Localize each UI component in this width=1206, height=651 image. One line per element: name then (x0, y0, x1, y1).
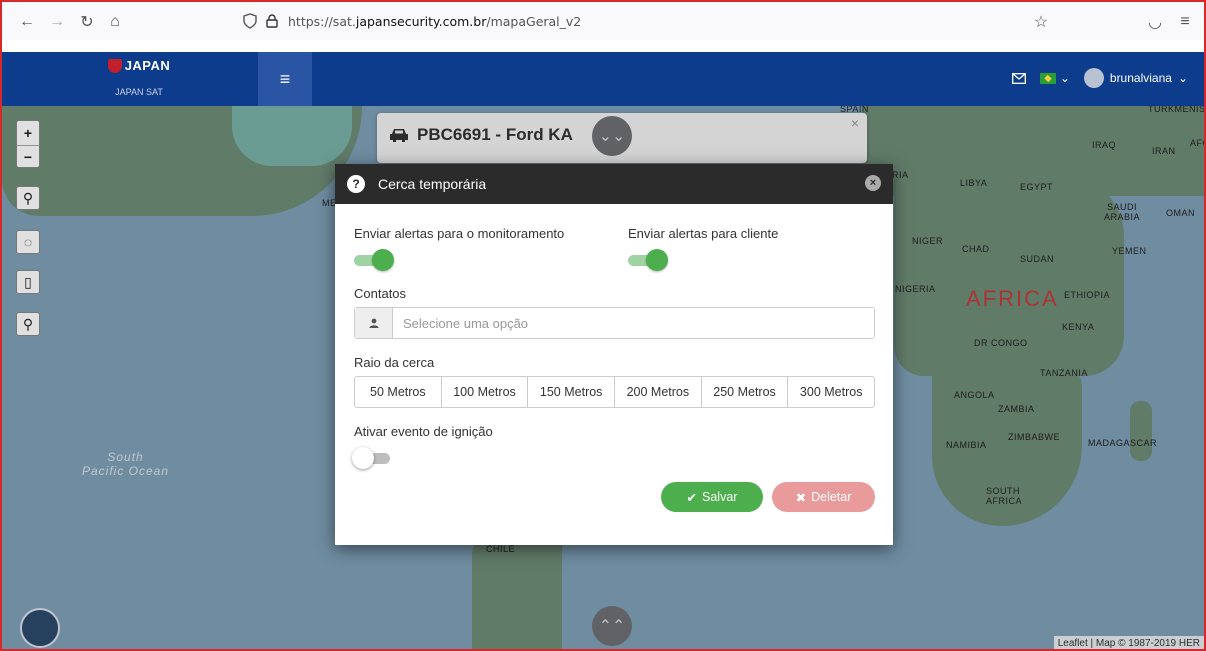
save-button[interactable]: ✔ Salvar (661, 482, 763, 512)
username: brunalviana (1109, 71, 1172, 85)
logo-subtitle: JAPAN SAT (115, 87, 163, 97)
url-domain: japansecurity.com.br (355, 13, 487, 29)
alert-client-toggle[interactable] (628, 249, 668, 271)
radius-option-300[interactable]: 300 Metros (787, 376, 876, 408)
brazil-flag-icon (1039, 72, 1056, 84)
modal-title: Cerca temporária (378, 176, 487, 192)
modal-header: ? Cerca temporária × (335, 164, 893, 204)
close-icon[interactable]: × (865, 175, 881, 191)
mail-icon[interactable] (1011, 72, 1026, 84)
language-selector[interactable]: ⌄ (1039, 71, 1070, 85)
lock-icon (266, 14, 278, 28)
question-icon: ? (347, 175, 365, 193)
home-icon[interactable]: ⌂ (104, 11, 126, 33)
contacts-select[interactable] (354, 307, 875, 339)
radius-option-50[interactable]: 50 Metros (354, 376, 442, 408)
ignition-toggle[interactable] (352, 447, 394, 469)
app-frame: ← → ↻ ⌂ https://sat.japansecurity.com.br… (0, 0, 1206, 651)
address-bar[interactable]: https://sat.japansecurity.com.br/mapaGer… (242, 8, 1062, 34)
browser-toolbar: ← → ↻ ⌂ https://sat.japansecurity.com.br… (2, 0, 1204, 40)
chevron-down-icon: ⌄ (1177, 71, 1188, 85)
geofence-modal: ? Cerca temporária × Enviar alertas para… (335, 164, 893, 545)
radius-option-200[interactable]: 200 Metros (614, 376, 702, 408)
user-icon (355, 308, 393, 338)
delete-label: Deletar (811, 490, 852, 504)
contacts-input[interactable] (393, 308, 874, 338)
x-icon: ✖ (795, 490, 807, 505)
save-label: Salvar (702, 490, 738, 504)
logo-shield-icon (107, 58, 122, 73)
contacts-label: Contatos (354, 286, 407, 301)
radius-option-100[interactable]: 100 Metros (440, 376, 529, 408)
ignition-label: Ativar evento de ignição (354, 424, 493, 439)
url-prefix: https://sat. (288, 13, 356, 29)
back-icon[interactable]: ← (16, 11, 38, 33)
reload-icon[interactable]: ↻ (76, 11, 98, 33)
header-actions: ⌄ brunalviana ⌄ (1011, 68, 1188, 88)
app-header: JAPAN JAPAN SAT ≡ ⌄ brunalviana ⌄ (2, 52, 1204, 106)
hamburger-menu-button[interactable]: ≡ (258, 52, 312, 106)
pocket-icon[interactable]: ◡ (1144, 11, 1166, 33)
logo[interactable]: JAPAN JAPAN SAT (94, 58, 184, 97)
menu-icon[interactable]: ≡ (1174, 11, 1196, 33)
alert-monitoring-toggle[interactable] (354, 249, 394, 271)
check-icon: ✔ (686, 490, 698, 505)
bookmark-star-icon[interactable]: ☆ (1030, 11, 1052, 33)
user-menu[interactable]: brunalviana ⌄ (1083, 68, 1188, 88)
url-path: /mapaGeral_v2 (486, 13, 582, 29)
chevron-down-icon: ⌄ (1059, 71, 1070, 85)
radius-option-250[interactable]: 250 Metros (700, 376, 789, 408)
avatar (1083, 68, 1104, 88)
logo-text: JAPAN (124, 58, 171, 73)
radius-option-150[interactable]: 150 Metros (527, 376, 616, 408)
url-text: https://sat.japansecurity.com.br/mapaGer… (288, 14, 581, 29)
alert-monitoring-label: Enviar alertas para o monitoramento (354, 226, 565, 241)
radius-label: Raio da cerca (354, 355, 435, 370)
alert-client-label: Enviar alertas para cliente (628, 226, 779, 241)
radius-button-group: 50 Metros 100 Metros 150 Metros 200 Metr… (354, 376, 876, 408)
shield-icon (243, 13, 257, 29)
delete-button[interactable]: ✖ Deletar (772, 482, 875, 512)
forward-icon[interactable]: → (46, 11, 68, 33)
